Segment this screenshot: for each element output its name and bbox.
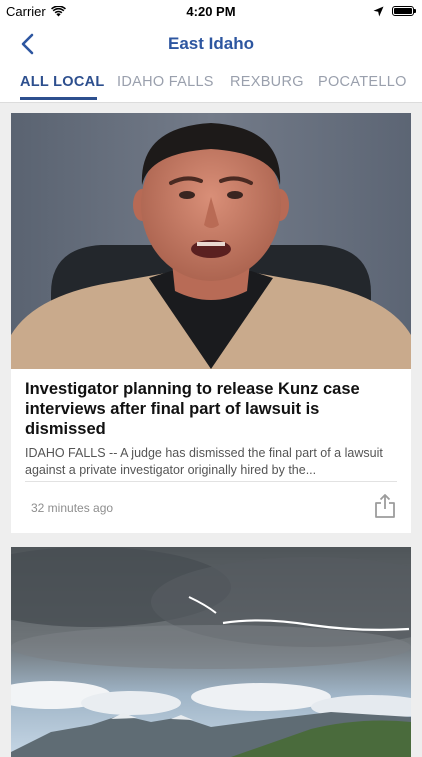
card-divider [25,481,397,482]
tab-idaho-falls[interactable]: IDAHO FALLS [117,74,214,90]
article-headline[interactable]: Investigator planning to release Kunz ca… [25,379,397,439]
status-left: Carrier [0,4,66,19]
article-photo [11,547,411,757]
article-card[interactable]: Investigator planning to release Kunz ca… [11,113,411,533]
page-title: East Idaho [168,34,254,53]
share-button[interactable] [373,493,397,519]
section-tabs: ALL LOCAL IDAHO FALLS REXBURG POCATELLO [0,66,422,103]
tab-rexburg[interactable]: REXBURG [230,74,304,90]
carrier-label: Carrier [6,3,46,19]
tab-pocatello[interactable]: POCATELLO [318,74,407,90]
location-arrow-icon [373,6,384,16]
active-tab-indicator [20,97,97,100]
status-bar: Carrier 4:20 PM [0,0,422,22]
article-card[interactable] [11,547,411,757]
share-icon [375,494,395,518]
battery-icon [392,6,416,16]
status-right [373,6,422,17]
tab-all-local[interactable]: ALL LOCAL [20,74,105,90]
article-timestamp: 32 minutes ago [31,501,114,515]
article-summary: IDAHO FALLS -- A judge has dismissed the… [25,446,383,477]
navigation-bar: East Idaho [0,22,422,66]
wifi-icon [50,5,66,16]
article-photo [11,113,411,369]
